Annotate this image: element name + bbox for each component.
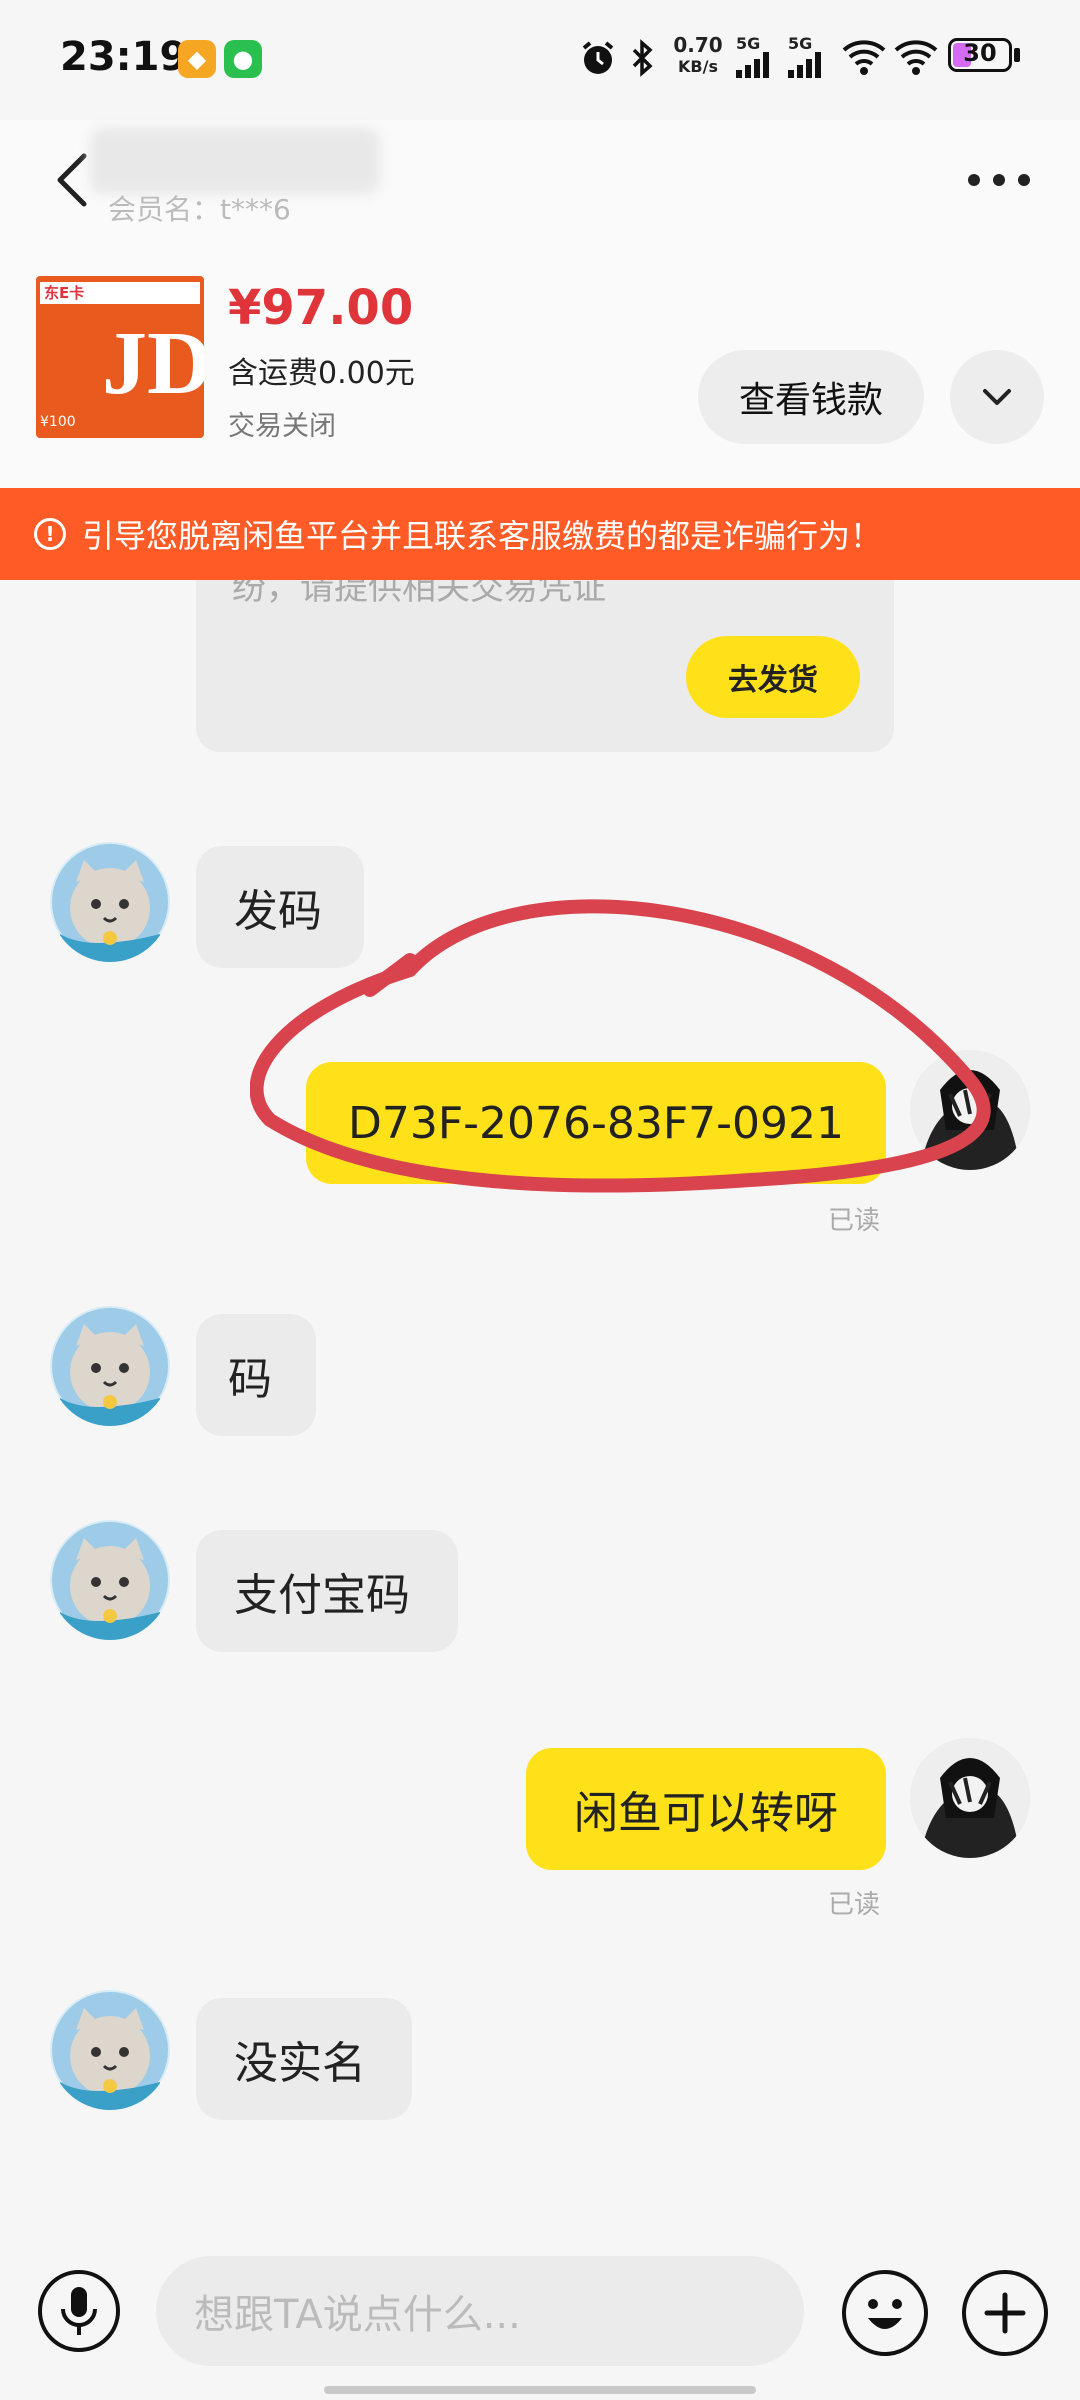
emoji-button[interactable] [842,2270,928,2356]
seller-avatar[interactable] [50,842,170,962]
voice-button[interactable] [38,2270,120,2352]
signal-icon [788,52,821,78]
status-time: 23:19 [60,34,188,80]
cat-avatar-icon [52,1522,168,1640]
cat-avatar-icon [52,1308,168,1426]
fraud-warning-banner: ! 引导您脱离闲鱼平台并且联系客服缴费的都是诈骗行为！ [0,488,1080,580]
ship-button[interactable]: 去发货 [686,636,860,718]
bluetooth-icon [632,39,653,77]
plus-icon [984,2292,1026,2334]
product-thumbnail[interactable]: 东E卡 JD ¥100 [36,276,204,438]
seller-name-redacted [90,128,380,194]
cat-avatar-icon [52,844,168,962]
microphone-icon [61,2287,97,2335]
seller-avatar[interactable] [50,1990,170,2110]
seller-avatar[interactable] [50,1520,170,1640]
battery-tip [1014,48,1020,62]
message-bubble: 码 [196,1314,316,1436]
battery-icon: 30 [948,38,1012,72]
status-bar: 23:19 ◆ ● 0.70 KB/s 5G 5G 30 [0,0,1080,120]
home-indicator[interactable] [324,2386,756,2394]
alarm-icon [582,41,614,74]
trade-status: 交易关闭 [228,411,336,442]
more-options-icon[interactable] [966,172,1032,188]
seller-member-name: 会员名：t***6 [108,193,291,226]
warning-icon: ! [34,518,66,550]
wifi-icon [842,40,886,75]
app-notification-icon: ◆ [178,40,216,78]
wechat-icon: ● [224,40,262,78]
chevron-down-icon [983,389,1011,405]
seller-avatar[interactable] [50,1306,170,1426]
product-price: ¥97.00 [228,280,414,336]
view-money-button[interactable]: 查看钱款 [698,350,924,444]
expand-button[interactable] [950,350,1044,444]
cat-avatar-icon [52,1992,168,2110]
user-avatar-icon [910,1738,1030,1858]
message-bubble: 支付宝码 [196,1530,458,1652]
read-receipt: 已读 [828,1890,881,1920]
signal-icon [736,52,769,78]
wifi-icon [894,40,938,75]
my-avatar[interactable] [910,1738,1030,1858]
message-bubble: 没实名 [196,1998,412,2120]
shipping-fee: 含运费0.00元 [228,356,415,391]
more-actions-button[interactable] [962,2270,1048,2356]
red-circle-annotation [250,899,991,1193]
net-speed: 0.70 KB/s [673,33,723,76]
message-input[interactable]: 想跟TA说点什么... [156,2256,804,2366]
sim1-label: 5G [736,34,761,53]
warning-text: 引导您脱离闲鱼平台并且联系客服缴费的都是诈骗行为！ [82,517,883,555]
sim2-label: 5G [788,34,813,53]
message-bubble: 闲鱼可以转呀 [526,1748,886,1870]
emoji-icon [868,2299,902,2329]
